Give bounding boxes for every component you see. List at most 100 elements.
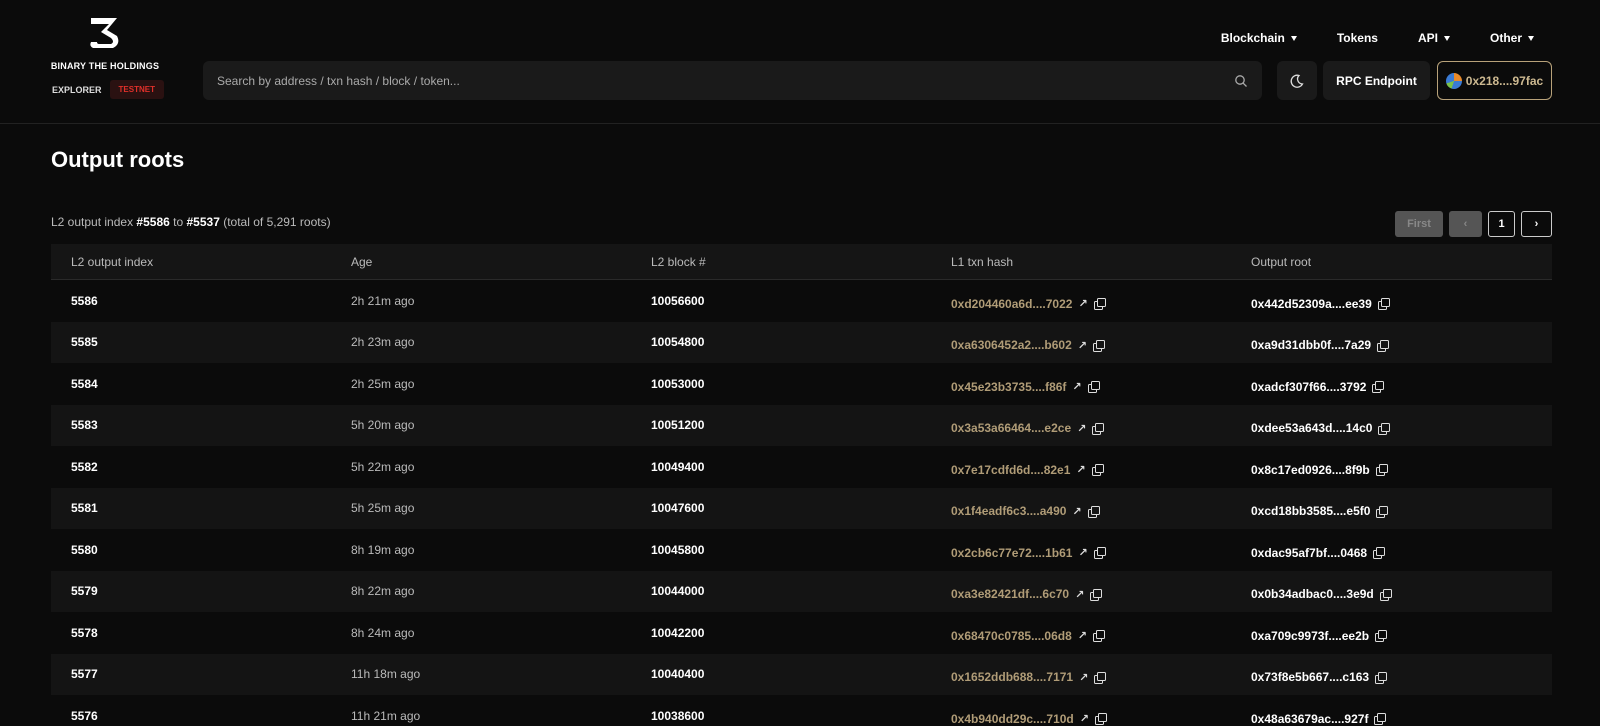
l1-txn-hash-link[interactable]: 0x1652ddb688....7171: [951, 670, 1073, 684]
output-index-link[interactable]: 5583: [71, 418, 98, 432]
l2-block-link[interactable]: 10049400: [651, 460, 704, 474]
output-root-hash: 0xa709c9973f....ee2b: [1251, 628, 1370, 643]
external-link-icon[interactable]: ↗: [1078, 297, 1087, 310]
range-to: #5537: [186, 215, 220, 229]
output-index-link[interactable]: 5585: [71, 335, 98, 349]
nav-api[interactable]: API: [1418, 31, 1450, 45]
l1-txn-hash-link[interactable]: 0x68470c0785....06d8: [951, 629, 1072, 643]
l2-block-link[interactable]: 10054800: [651, 335, 704, 349]
copy-icon[interactable]: [1091, 464, 1104, 477]
external-link-icon[interactable]: ↗: [1079, 671, 1088, 684]
external-link-icon[interactable]: ↗: [1078, 629, 1087, 642]
output-index-link[interactable]: 5580: [71, 543, 98, 557]
output-index-link[interactable]: 5577: [71, 667, 98, 681]
l1-txn-hash-link[interactable]: 0x4b940dd29c....710d: [951, 712, 1074, 726]
copy-icon[interactable]: [1373, 547, 1386, 560]
l1-txn-hash-link[interactable]: 0x2cb6c77e72....1b61: [951, 546, 1072, 560]
wallet-button[interactable]: 0x218....97fac: [1437, 61, 1552, 100]
prev-page-button[interactable]: ‹: [1449, 211, 1482, 237]
l2-block-link[interactable]: 10056600: [651, 294, 704, 308]
copy-icon[interactable]: [1375, 464, 1388, 477]
copy-icon[interactable]: [1093, 630, 1105, 643]
copy-icon[interactable]: [1377, 298, 1390, 311]
l1-txn-cell: 0x1f4eadf6c3....a490 ↗: [951, 504, 1251, 518]
copy-icon[interactable]: [1378, 422, 1391, 435]
output-root-cell: 0xa9d31dbb0f....7a29: [1251, 338, 1552, 352]
output-index-link[interactable]: 5576: [71, 709, 98, 723]
range-summary: L2 output index #5586 to #5537 (total of…: [51, 215, 331, 229]
col-l1-txn-hash: L1 txn hash: [951, 254, 1014, 269]
output-root-cell: 0x0b34adbac0....3e9d: [1251, 587, 1552, 601]
l2-block-link[interactable]: 10045800: [651, 543, 704, 557]
current-page[interactable]: 1: [1488, 211, 1515, 237]
table-row: 5585 2h 23m ago 10054800 0xa6306452a2....b6…: [51, 321, 1552, 363]
copy-icon[interactable]: [1375, 671, 1388, 684]
logo[interactable]: BINARY THE HOLDINGS: [50, 16, 160, 71]
external-link-icon[interactable]: ↗: [1072, 505, 1081, 518]
l2-block-link[interactable]: 10044000: [651, 584, 704, 598]
output-index-link[interactable]: 5579: [71, 584, 98, 598]
copy-icon[interactable]: [1094, 713, 1107, 726]
theme-toggle-button[interactable]: [1277, 61, 1317, 100]
copy-icon[interactable]: [1372, 381, 1385, 394]
l1-txn-hash-link[interactable]: 0x1f4eadf6c3....a490: [951, 504, 1066, 518]
table-row: 5584 2h 25m ago 10053000 0x45e23b3735....f8…: [51, 363, 1552, 405]
l1-txn-hash-link[interactable]: 0xa3e82421df....6c70: [951, 587, 1069, 601]
copy-icon[interactable]: [1379, 588, 1392, 601]
table-row: 5581 5h 25m ago 10047600 0x1f4eadf6c3....a4…: [51, 487, 1552, 529]
range-to-word: to: [173, 215, 184, 229]
l2-block-link[interactable]: 10051200: [651, 418, 704, 432]
output-index-link[interactable]: 5586: [71, 294, 98, 308]
copy-icon[interactable]: [1377, 339, 1390, 352]
external-link-icon[interactable]: ↗: [1078, 339, 1087, 352]
external-link-icon[interactable]: ↗: [1078, 546, 1087, 559]
first-page-button[interactable]: First: [1395, 211, 1443, 237]
output-root-cell: 0xdee53a643d....14c0: [1251, 421, 1552, 435]
search-input[interactable]: [217, 73, 1234, 88]
search-icon[interactable]: [1234, 74, 1248, 88]
l1-txn-hash-link[interactable]: 0x45e23b3735....f86f: [951, 380, 1066, 394]
nav-tokens[interactable]: Tokens: [1337, 31, 1378, 45]
copy-icon[interactable]: [1093, 339, 1105, 352]
l2-block-link[interactable]: 10042200: [651, 626, 704, 640]
copy-icon[interactable]: [1376, 505, 1389, 518]
output-root-hash: 0x48a63679ac....927f: [1251, 711, 1369, 726]
copy-icon[interactable]: [1374, 713, 1387, 726]
l1-txn-hash-link[interactable]: 0xd204460a6d....7022: [951, 297, 1072, 311]
next-page-button[interactable]: ›: [1521, 211, 1552, 237]
external-link-icon[interactable]: ↗: [1076, 463, 1085, 476]
output-index-link[interactable]: 5581: [71, 501, 98, 515]
table-row: 5582 5h 22m ago 10049400 0x7e17cdfd6d....82…: [51, 446, 1552, 488]
nav-blockchain[interactable]: Blockchain: [1221, 31, 1297, 45]
external-link-icon[interactable]: ↗: [1077, 422, 1086, 435]
copy-icon[interactable]: [1090, 588, 1103, 601]
external-link-icon[interactable]: ↗: [1072, 380, 1081, 393]
chevron-down-icon: [1290, 35, 1297, 41]
l2-block-link[interactable]: 10047600: [651, 501, 704, 515]
l2-block-link[interactable]: 10040400: [651, 667, 704, 681]
table-row: 5580 8h 19m ago 10045800 0x2cb6c77e72....1b…: [51, 529, 1552, 571]
copy-icon[interactable]: [1087, 381, 1100, 394]
l2-block-link[interactable]: 10053000: [651, 377, 704, 391]
table-row: 5578 8h 24m ago 10042200 0x68470c0785....06…: [51, 612, 1552, 654]
copy-icon[interactable]: [1093, 298, 1106, 311]
copy-icon[interactable]: [1093, 547, 1106, 560]
col-l2-block: L2 block #: [651, 254, 706, 269]
output-index-link[interactable]: 5584: [71, 377, 98, 391]
l1-txn-hash-link[interactable]: 0xa6306452a2....b602: [951, 338, 1072, 352]
nav-other[interactable]: Other: [1490, 31, 1534, 45]
output-index-link[interactable]: 5582: [71, 460, 98, 474]
l2-block-link[interactable]: 10038600: [651, 709, 704, 723]
copy-icon[interactable]: [1094, 671, 1107, 684]
l1-txn-hash-link[interactable]: 0x7e17cdfd6d....82e1: [951, 463, 1070, 477]
copy-icon[interactable]: [1087, 505, 1100, 518]
external-link-icon[interactable]: ↗: [1075, 588, 1084, 601]
copy-icon[interactable]: [1092, 422, 1105, 435]
explorer-label: EXPLORER: [52, 84, 102, 95]
copy-icon[interactable]: [1375, 630, 1388, 643]
output-index-link[interactable]: 5578: [71, 626, 98, 640]
rpc-endpoint-button[interactable]: RPC Endpoint: [1323, 61, 1430, 100]
age-text: 2h 21m ago: [351, 293, 415, 308]
l1-txn-hash-link[interactable]: 0x3a53a66464....e2ce: [951, 421, 1071, 435]
external-link-icon[interactable]: ↗: [1080, 712, 1089, 725]
